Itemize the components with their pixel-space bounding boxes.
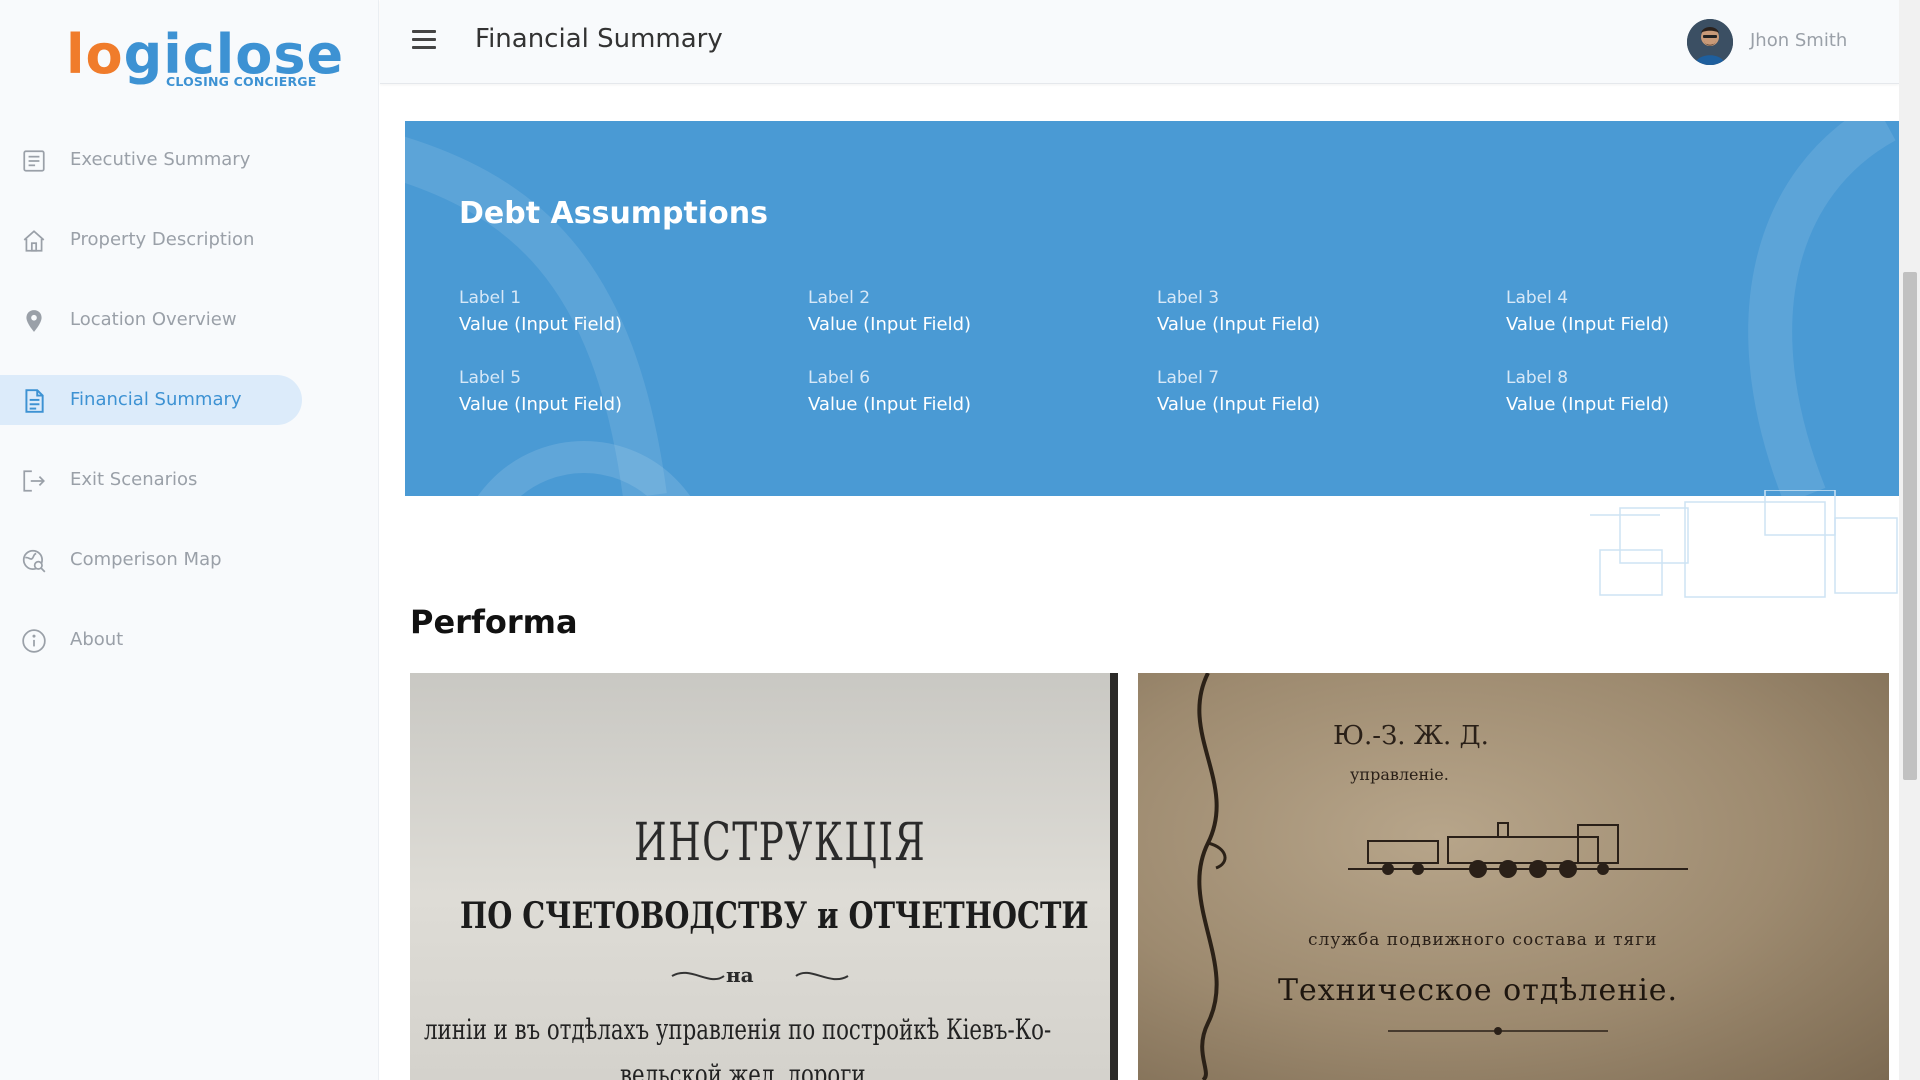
- performa-image-instruction[interactable]: ИНСТРУКЦІЯ ПО СЧЕТОВОДСТВУ и ОТЧЕТНОСТИ …: [410, 673, 1118, 1080]
- sidebar-item-label: Financial Summary: [70, 389, 242, 410]
- field-value[interactable]: Value (Input Field): [808, 314, 1108, 335]
- image-text-line2: управленіе.: [1350, 765, 1449, 784]
- debt-field-8: Label 8 Value (Input Field): [1506, 368, 1806, 415]
- field-label: Label 7: [1157, 368, 1220, 388]
- logo[interactable]: logiclose CLOSING CONCIERGE: [66, 26, 343, 92]
- document-icon: [25, 389, 44, 413]
- avatar[interactable]: [1687, 19, 1733, 65]
- sidebar-item-label: Location Overview: [70, 309, 237, 330]
- document-list-icon: [23, 150, 45, 172]
- debt-field-1: Label 1 Value (Input Field): [459, 288, 759, 335]
- performa-title: Performa: [410, 603, 578, 641]
- scrollbar-thumb[interactable]: [1903, 272, 1917, 780]
- field-label: Label 2: [808, 288, 871, 308]
- sidebar-item-label: About: [70, 629, 124, 650]
- debt-field-3: Label 3 Value (Input Field): [1157, 288, 1457, 335]
- field-value[interactable]: Value (Input Field): [459, 314, 759, 335]
- debt-field-7: Label 7 Value (Input Field): [1157, 368, 1457, 415]
- debt-field-6: Label 6 Value (Input Field): [808, 368, 1108, 415]
- field-value[interactable]: Value (Input Field): [1506, 394, 1806, 415]
- debt-field-4: Label 4 Value (Input Field): [1506, 288, 1806, 335]
- sidebar-item-exit-scenarios[interactable]: Exit Scenarios: [0, 455, 302, 505]
- performa-image-railway-document[interactable]: Ю.-З. Ж. Д. управленіе. служба подвижног…: [1138, 673, 1889, 1080]
- field-label: Label 8: [1506, 368, 1569, 388]
- logo-tagline: CLOSING CONCIERGE: [166, 74, 317, 89]
- field-value[interactable]: Value (Input Field): [1506, 314, 1806, 335]
- image-text-line4: линіи и въ отдѣлахъ управленія по постро…: [424, 1013, 1052, 1046]
- debt-field-2: Label 2 Value (Input Field): [808, 288, 1108, 335]
- image-text-line5: вельской жел. дороги: [620, 1058, 866, 1080]
- home-icon: [23, 230, 45, 252]
- sidebar-item-label: Comperison Map: [70, 549, 222, 570]
- sidebar-item-comperison-map[interactable]: Comperison Map: [0, 535, 302, 585]
- field-value[interactable]: Value (Input Field): [808, 394, 1108, 415]
- field-value[interactable]: Value (Input Field): [1157, 314, 1457, 335]
- menu-icon[interactable]: [412, 30, 438, 54]
- top-header: Financial Summary Jhon Smith: [380, 0, 1899, 84]
- field-label: Label 5: [459, 368, 522, 388]
- sidebar-item-property-description[interactable]: Property Description: [0, 215, 302, 265]
- image-text-line1: Ю.-З. Ж. Д.: [1333, 721, 1489, 751]
- info-icon: [22, 629, 46, 653]
- sidebar-item-location-overview[interactable]: Location Overview: [0, 295, 302, 345]
- image-text-line2: ПО СЧЕТОВОДСТВУ и ОТЧЕТНОСТИ: [460, 895, 1089, 937]
- location-pin-icon: [26, 310, 42, 332]
- sidebar-item-label: Exit Scenarios: [70, 469, 198, 490]
- user-name[interactable]: Jhon Smith: [1750, 30, 1847, 51]
- sidebar-item-financial-summary[interactable]: Financial Summary: [0, 375, 302, 425]
- sidebar-item-label: Property Description: [70, 229, 255, 250]
- field-label: Label 4: [1506, 288, 1569, 308]
- debt-title: Debt Assumptions: [459, 196, 768, 231]
- field-value[interactable]: Value (Input Field): [459, 394, 759, 415]
- vine-ornament-icon: [1197, 673, 1227, 1080]
- image-text-line1: ИНСТРУКЦІЯ: [634, 813, 927, 873]
- field-label: Label 3: [1157, 288, 1220, 308]
- locomotive-illustration: [1348, 822, 1688, 878]
- sidebar-item-executive-summary[interactable]: Executive Summary: [0, 135, 302, 185]
- sidebar: logiclose CLOSING CONCIERGE Executive Su…: [0, 0, 379, 1080]
- field-value[interactable]: Value (Input Field): [1157, 394, 1457, 415]
- sidebar-item-about[interactable]: About: [0, 615, 302, 665]
- debt-field-5: Label 5 Value (Input Field): [459, 368, 759, 415]
- sidebar-item-label: Executive Summary: [70, 149, 251, 170]
- image-text-line3: служба подвижного состава и тяги: [1308, 930, 1658, 950]
- field-label: Label 6: [808, 368, 871, 388]
- exit-icon: [23, 470, 45, 492]
- divider-ornament-icon: [1388, 1027, 1608, 1035]
- image-text-line4: Техническое отдѣленіе.: [1278, 973, 1679, 1008]
- ornament-icon: [671, 971, 849, 981]
- decorative-squares: [1590, 490, 1898, 598]
- map-search-icon: [22, 549, 46, 573]
- debt-assumptions-card: Debt Assumptions Label 1 Value (Input Fi…: [405, 121, 1899, 496]
- page-title: Financial Summary: [475, 24, 723, 54]
- field-label: Label 1: [459, 288, 522, 308]
